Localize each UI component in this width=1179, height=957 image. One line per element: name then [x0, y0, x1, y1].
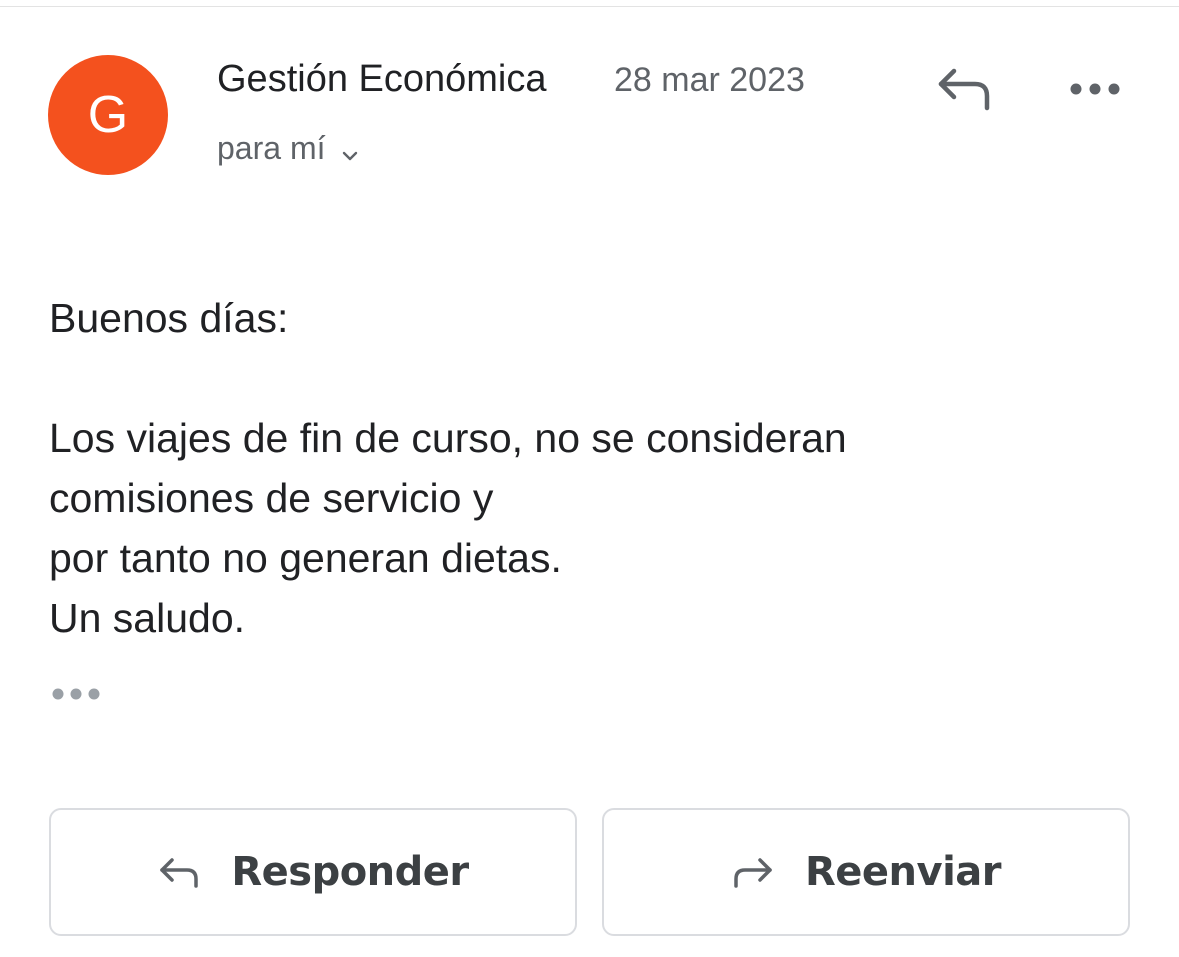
body-greeting: Buenos días: — [49, 295, 289, 341]
forward-button[interactable]: Reenviar — [602, 808, 1130, 936]
show-trimmed-content-button[interactable] — [50, 684, 106, 708]
reply-button[interactable]: Responder — [49, 808, 577, 936]
sender-avatar[interactable]: G — [48, 55, 168, 175]
more-horiz-icon — [50, 686, 104, 707]
body-line: comisiones de servicio y — [49, 475, 494, 521]
recipient-details-toggle[interactable]: para mí — [217, 130, 361, 167]
recipient-label: para mí — [217, 130, 326, 166]
forward-button-label: Reenviar — [804, 849, 1002, 895]
more-horiz-icon — [1069, 82, 1121, 101]
forward-icon — [731, 854, 775, 890]
body-line: Los viajes de fin de curso, no se consid… — [49, 415, 847, 461]
message-date: 28 mar 2023 — [614, 61, 805, 99]
body-blank-line — [49, 348, 1129, 408]
avatar-letter: G — [87, 86, 129, 144]
sender-name: Gestión Económica — [217, 58, 547, 100]
message-body: Buenos días: Los viajes de fin de curso,… — [49, 288, 1129, 648]
reply-icon — [157, 854, 201, 890]
reply-button-label: Responder — [231, 849, 469, 895]
top-divider — [0, 6, 1179, 7]
body-line: por tanto no generan dietas. — [49, 535, 562, 581]
header-more-button[interactable] — [1062, 70, 1128, 112]
header-reply-button[interactable] — [930, 62, 996, 118]
chevron-down-icon — [339, 138, 361, 160]
body-line: Un saludo. — [49, 595, 246, 641]
reply-icon — [933, 64, 993, 117]
